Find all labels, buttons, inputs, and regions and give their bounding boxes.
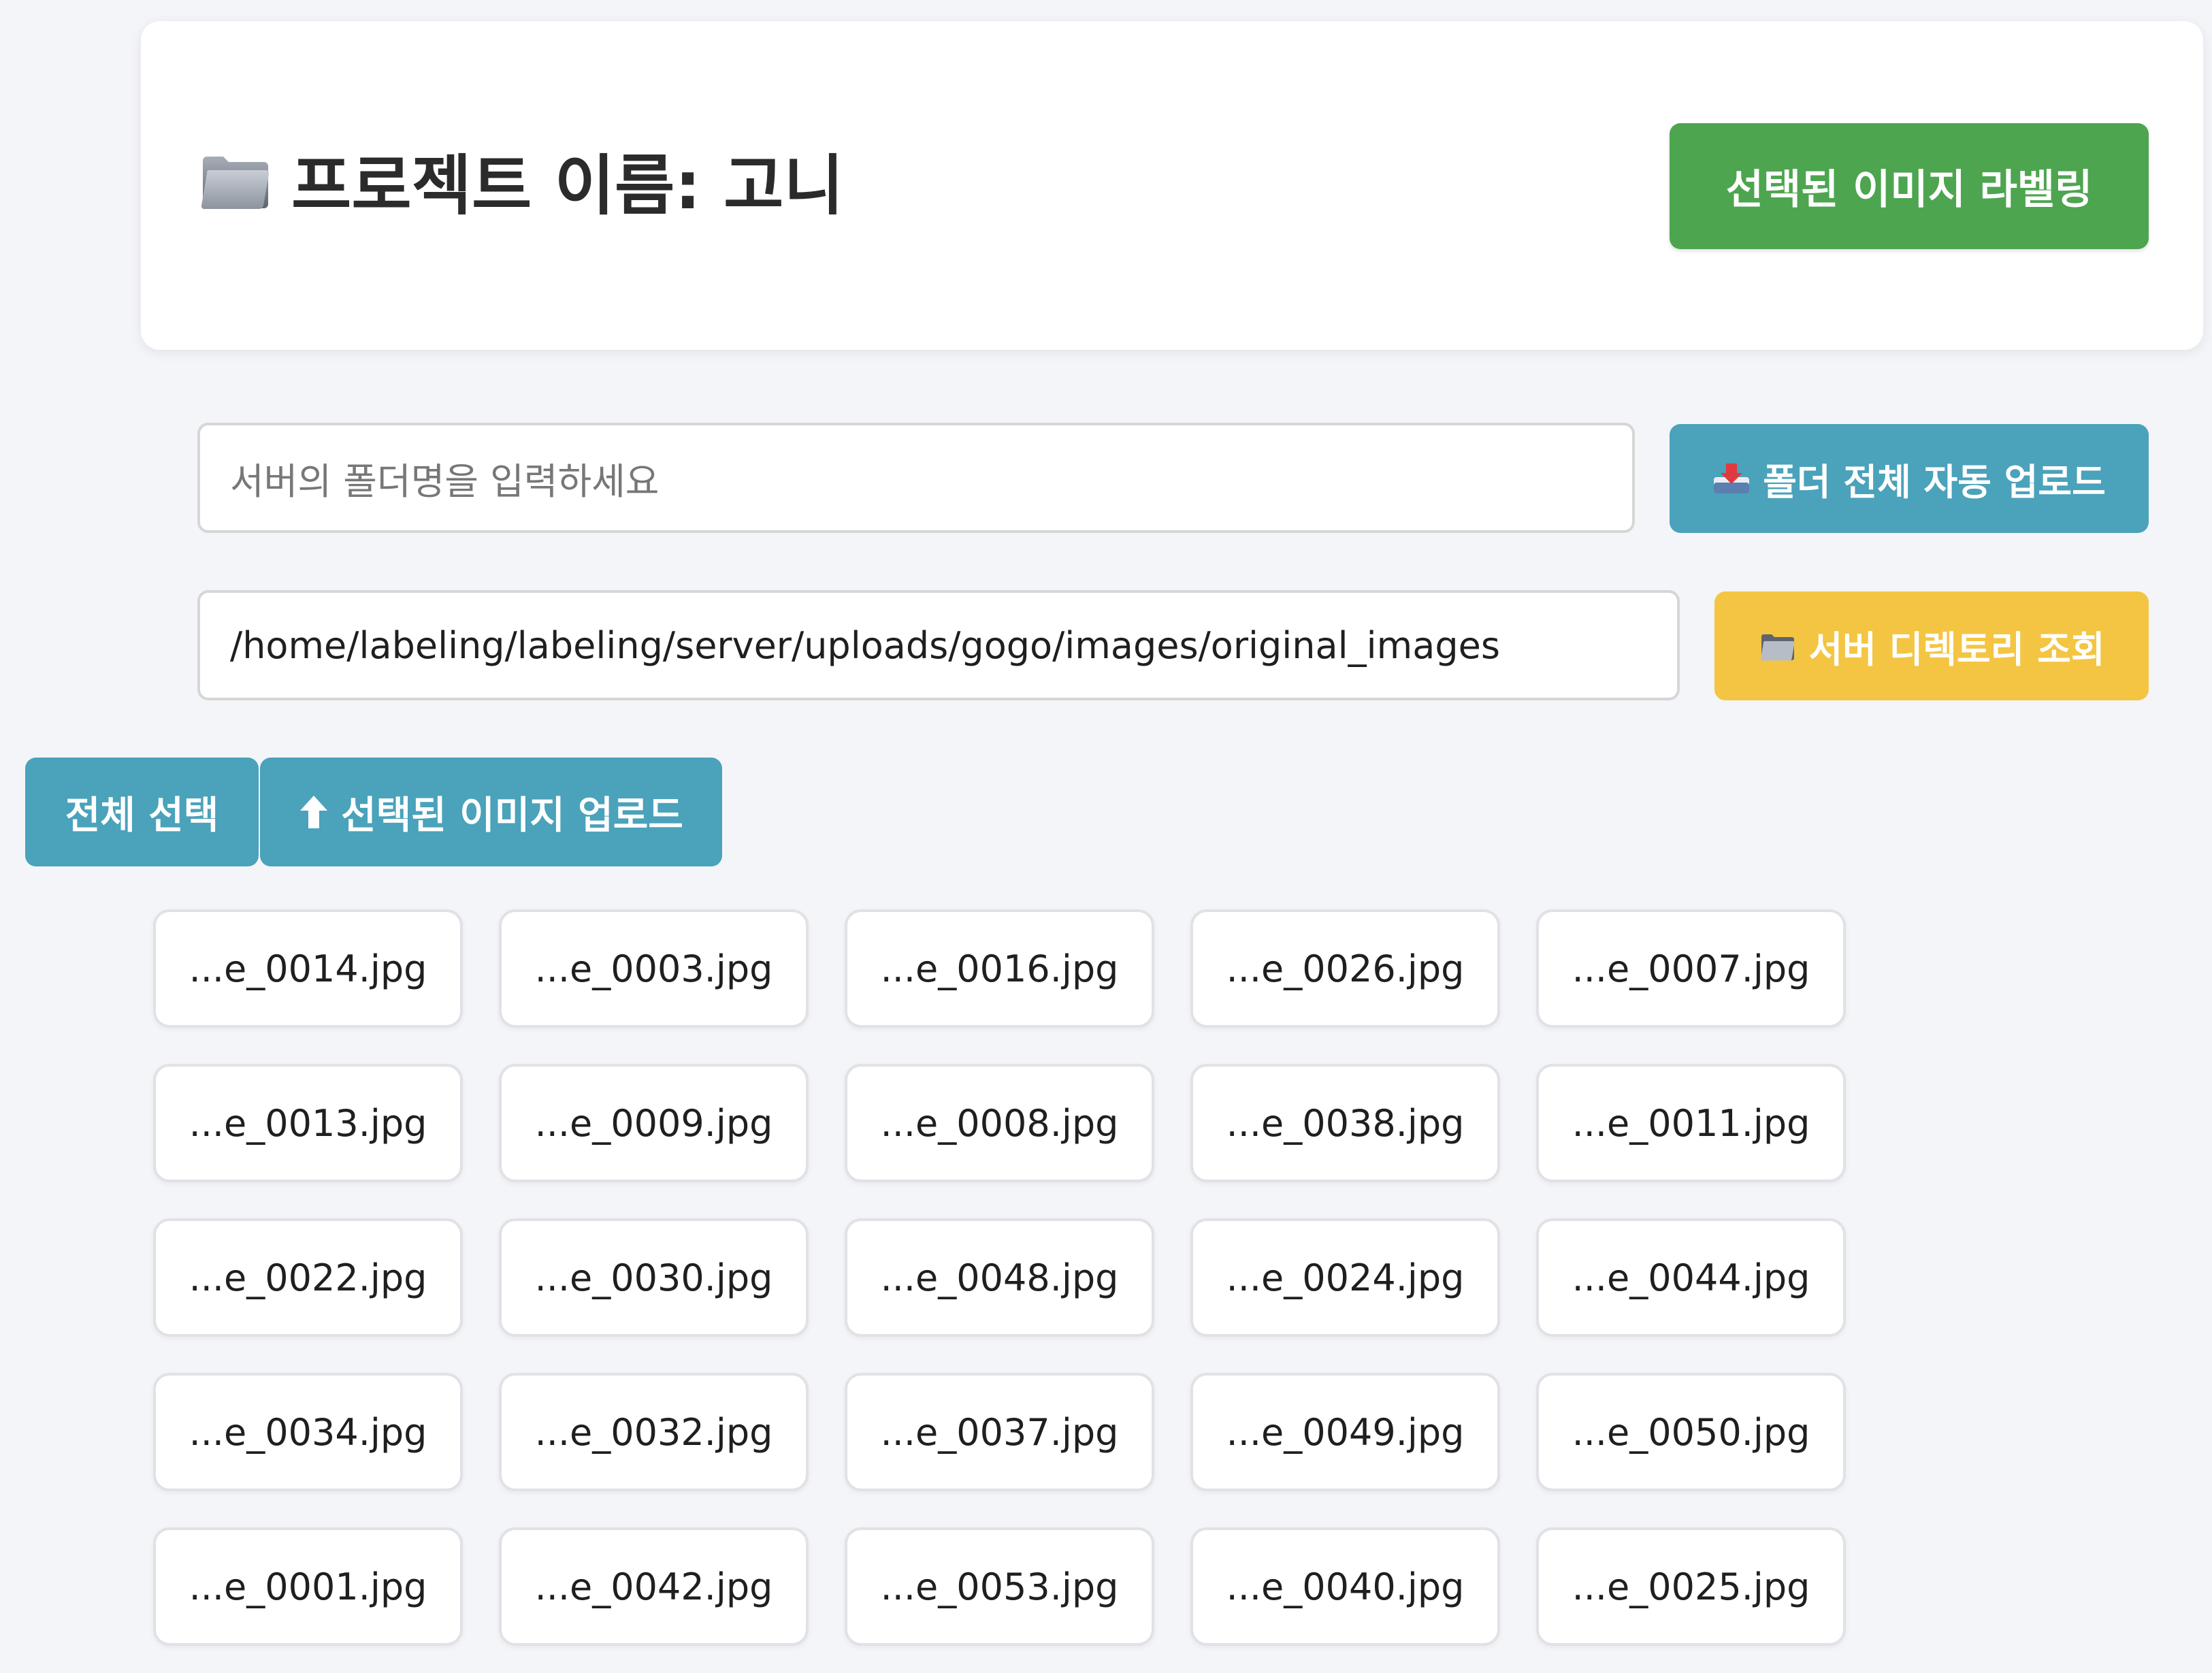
image-file-card[interactable]: ...e_0032.jpg: [499, 1373, 809, 1491]
upload-selected-images-button[interactable]: 선택된 이미지 업로드: [260, 758, 722, 866]
upload-selected-label: 선택된 이미지 업로드: [341, 793, 683, 838]
page-title: 프로젝트 이름: 고니: [291, 147, 844, 224]
folder-name-input[interactable]: 서버의 폴더명을 입력하세요: [197, 423, 1635, 533]
image-file-grid: ...e_0014.jpg ...e_0003.jpg ...e_0016.jpg.…: [153, 909, 1848, 1646]
label-selected-images-button[interactable]: 선택된 이미지 라벨링: [1670, 123, 2149, 249]
image-file-card[interactable]: ...e_0050.jpg: [1536, 1373, 1846, 1491]
image-file-card[interactable]: ...e_0001.jpg: [153, 1527, 463, 1646]
inbox-tray-icon: [1714, 464, 1750, 493]
project-title-row: 프로젝트 이름: 고니: [199, 135, 844, 224]
server-path-input[interactable]: /home/labeling/labeling/server/uploads/g…: [197, 590, 1680, 700]
folder-icon: [1761, 634, 1795, 661]
image-file-card[interactable]: ...e_0030.jpg: [499, 1218, 809, 1337]
image-file-card[interactable]: ...e_0009.jpg: [499, 1064, 809, 1182]
image-file-card[interactable]: ...e_0013.jpg: [153, 1064, 463, 1182]
image-file-card[interactable]: ...e_0048.jpg: [845, 1218, 1154, 1337]
up-arrow-icon: [300, 796, 328, 828]
image-file-card[interactable]: ...e_0007.jpg: [1536, 909, 1846, 1028]
image-file-card[interactable]: ...e_0014.jpg: [153, 909, 463, 1028]
image-file-card[interactable]: ...e_0025.jpg: [1536, 1527, 1846, 1646]
image-file-card[interactable]: ...e_0034.jpg: [153, 1373, 463, 1491]
image-file-card[interactable]: ...e_0026.jpg: [1190, 909, 1500, 1028]
image-file-card[interactable]: ...e_0008.jpg: [845, 1064, 1154, 1182]
image-file-card[interactable]: ...e_0037.jpg: [845, 1373, 1154, 1491]
image-file-card[interactable]: ...e_0024.jpg: [1190, 1218, 1500, 1337]
folder-icon: [201, 157, 270, 210]
image-file-card[interactable]: ...e_0011.jpg: [1536, 1064, 1846, 1182]
select-all-button[interactable]: 전체 선택: [25, 758, 259, 866]
auto-upload-folder-button[interactable]: 폴더 전체 자동 업로드: [1670, 424, 2149, 533]
image-file-card[interactable]: ...e_0049.jpg: [1190, 1373, 1500, 1491]
view-server-directory-button[interactable]: 서버 디렉토리 조회: [1714, 591, 2149, 700]
image-file-card[interactable]: ...e_0053.jpg: [845, 1527, 1154, 1646]
view-directory-label: 서버 디렉토리 조회: [1808, 628, 2105, 671]
image-file-card[interactable]: ...e_0044.jpg: [1536, 1218, 1846, 1337]
image-file-card[interactable]: ...e_0022.jpg: [153, 1218, 463, 1337]
auto-upload-label: 폴더 전체 자동 업로드: [1763, 460, 2106, 504]
image-file-card[interactable]: ...e_0016.jpg: [845, 909, 1154, 1028]
image-file-card[interactable]: ...e_0040.jpg: [1190, 1527, 1500, 1646]
project-header-card: 프로젝트 이름: 고니 선택된 이미지 라벨링: [141, 21, 2203, 350]
image-file-card[interactable]: ...e_0038.jpg: [1190, 1064, 1500, 1182]
image-file-card[interactable]: ...e_0042.jpg: [499, 1527, 809, 1646]
image-file-card[interactable]: ...e_0003.jpg: [499, 909, 809, 1028]
